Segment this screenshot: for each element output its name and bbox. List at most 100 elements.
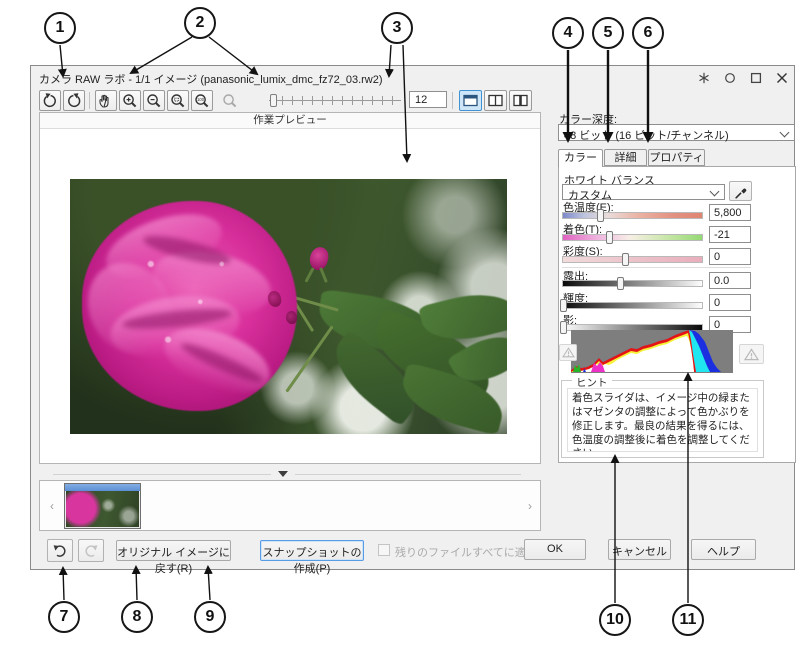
pan-tool-button[interactable]: [95, 90, 117, 111]
ok-button[interactable]: OK: [524, 539, 586, 560]
toolbar: 100 12: [31, 88, 794, 114]
zoom-slider-handle[interactable]: [270, 94, 277, 107]
callout-10: 10: [599, 604, 631, 636]
thumbnail-selected[interactable]: [64, 483, 141, 529]
view-before-after-button[interactable]: [484, 90, 507, 111]
hand-icon: [97, 92, 115, 110]
close-icon[interactable]: [775, 71, 788, 84]
single-pane-icon: [462, 93, 479, 108]
saturation-slider-handle[interactable]: [622, 253, 629, 266]
exposure-slider[interactable]: [562, 280, 703, 287]
rotate-right-button[interactable]: [63, 90, 85, 111]
magnifier-100-icon: 100: [194, 93, 210, 109]
undo-icon: [52, 543, 68, 559]
brightness-slider[interactable]: [562, 302, 703, 309]
hint-groupbox: ヒント 着色スライダは、イメージ中の緑またはマゼンタの調整によって色かぶりを修正…: [561, 380, 764, 458]
collapse-strip-handle[interactable]: [278, 471, 288, 477]
saturation-value-input[interactable]: 0: [709, 248, 751, 265]
highlight-clipping-warning-button[interactable]: [739, 344, 764, 364]
preview-header: 作業プレビュー: [40, 113, 540, 129]
tint-slider[interactable]: [562, 234, 703, 241]
titlebar: カメラ RAW ラボ - 1/1 イメージ (panasonic_lumix_d…: [31, 66, 794, 88]
maximize-icon[interactable]: [749, 71, 762, 84]
tab-properties[interactable]: プロパティ: [648, 149, 705, 166]
redo-button[interactable]: [78, 539, 104, 562]
rose-flower: [82, 201, 297, 411]
magnifier-minus-icon: [146, 93, 162, 109]
brightness-slider-handle[interactable]: [560, 299, 567, 312]
restore-circle-icon[interactable]: [723, 71, 736, 84]
preview-panel: 作業プレビュー: [39, 112, 541, 464]
thumbnail-image: [66, 491, 139, 527]
callout-7: 7: [48, 601, 80, 633]
apply-remaining-checkbox[interactable]: [378, 544, 390, 556]
rotate-left-button[interactable]: [39, 90, 61, 111]
callout-5: 5: [592, 17, 624, 49]
collapse-line: [53, 474, 271, 475]
exposure-slider-handle[interactable]: [617, 277, 624, 290]
callout-9: 9: [194, 601, 226, 633]
tint-value-input[interactable]: -21: [709, 226, 751, 243]
camera-raw-lab-dialog: カメラ RAW ラボ - 1/1 イメージ (panasonic_lumix_d…: [30, 65, 795, 570]
magnifier-area-icon: [170, 93, 186, 109]
tab-color[interactable]: カラー: [558, 149, 603, 167]
shadow-slider-handle[interactable]: [560, 321, 567, 334]
temperature-value-input[interactable]: 5,800: [709, 204, 751, 221]
callout-6: 6: [632, 17, 664, 49]
temperature-slider[interactable]: [562, 212, 703, 219]
color-depth-dropdown[interactable]: 48 ビット (16 ビット/チャンネル): [558, 124, 795, 141]
thumbnail-titlebar: [65, 484, 140, 491]
warning-triangle-icon: [744, 348, 759, 361]
magnifier-plus-icon: [122, 93, 138, 109]
callout-4: 4: [552, 17, 584, 49]
cancel-button[interactable]: キャンセル: [608, 539, 671, 560]
saturation-slider[interactable]: [562, 256, 703, 263]
redo-icon: [83, 543, 99, 559]
toolbar-separator: [89, 92, 90, 109]
zoom-tool-button[interactable]: [219, 90, 241, 111]
callout-2: 2: [184, 7, 216, 39]
thumb-scroll-left-icon[interactable]: ‹: [46, 498, 58, 514]
help-button[interactable]: ヘルプ: [691, 539, 756, 560]
chevron-down-icon: [710, 187, 720, 197]
eyedropper-icon: [733, 184, 748, 199]
settings-icon[interactable]: [697, 71, 710, 84]
tint-slider-handle[interactable]: [606, 231, 613, 244]
divider: [562, 267, 751, 268]
warning-triangle-icon: [562, 347, 575, 358]
revert-original-button[interactable]: オリジナル イメージに戻す(R): [116, 540, 231, 561]
callout-8: 8: [121, 601, 153, 633]
chevron-down-icon: [780, 128, 790, 138]
toolbar-separator: [452, 92, 453, 109]
color-tab-panel: ホワイト バランス カスタム 色温度(E): 5,800 着色(T): -21 …: [558, 166, 796, 463]
zoom-in-button[interactable]: [119, 90, 141, 111]
window-title: カメラ RAW ラボ - 1/1 イメージ (panasonic_lumix_d…: [39, 71, 383, 87]
zoom-slider[interactable]: [269, 93, 401, 107]
rotate-cw-icon: [65, 92, 83, 110]
eyedropper-button[interactable]: [729, 181, 752, 201]
tab-detail[interactable]: 詳細: [604, 149, 647, 166]
preview-image[interactable]: [70, 179, 507, 434]
undo-button[interactable]: [47, 539, 73, 562]
callout-11: 11: [672, 604, 704, 636]
svg-text:100: 100: [197, 97, 205, 102]
brightness-value-input[interactable]: 0: [709, 294, 751, 311]
view-single-pane-button[interactable]: [459, 90, 482, 111]
exposure-value-input[interactable]: 0.0: [709, 272, 751, 289]
zoom-to-area-button[interactable]: [167, 90, 189, 111]
thumbnail-strip: ‹ ›: [39, 480, 541, 531]
two-pane-icon: [487, 93, 504, 108]
hint-text: 着色スライダは、イメージ中の緑またはマゼンタの調整によって色かぶりを修正します。…: [567, 388, 758, 452]
shadow-clipping-warning-button[interactable]: [559, 344, 577, 361]
zoom-100-button[interactable]: 100: [191, 90, 213, 111]
histogram: [571, 330, 733, 373]
divided-pane-icon: [512, 93, 529, 108]
view-split-pane-button[interactable]: [509, 90, 532, 111]
zoom-value-input[interactable]: 12: [409, 91, 447, 108]
thumb-scroll-right-icon[interactable]: ›: [524, 498, 536, 514]
collapse-line: [295, 474, 521, 475]
create-snapshot-button[interactable]: スナップショットの作成(P): [260, 540, 364, 561]
zoom-out-button[interactable]: [143, 90, 165, 111]
white-balance-dropdown[interactable]: カスタム: [562, 184, 725, 200]
callout-1: 1: [44, 12, 76, 44]
